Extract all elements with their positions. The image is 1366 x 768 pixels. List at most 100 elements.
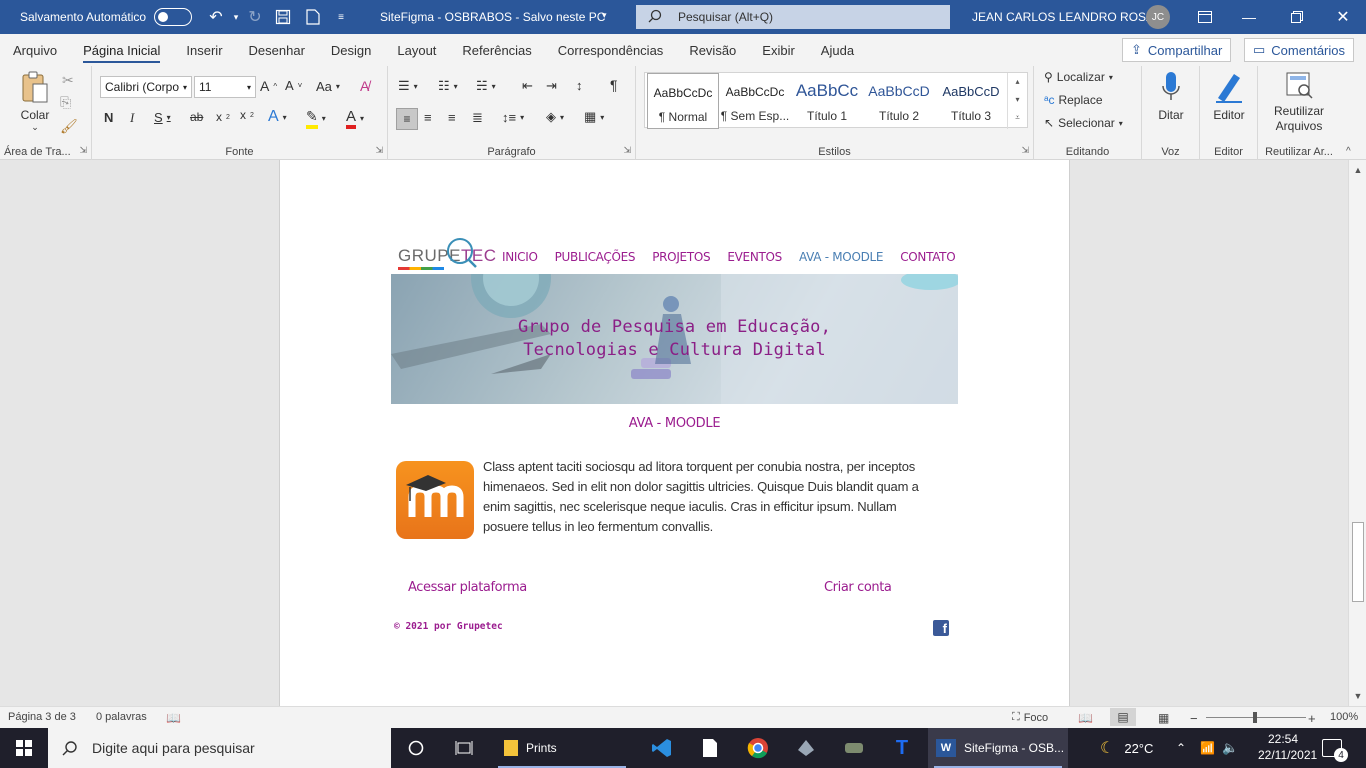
- word-count[interactable]: 0 palavras: [96, 711, 147, 723]
- chevron-up-icon[interactable]: ⌃: [1176, 728, 1186, 768]
- task-view-icon[interactable]: [444, 728, 484, 768]
- align-center-icon[interactable]: ≡: [424, 110, 432, 125]
- facebook-icon[interactable]: f: [933, 620, 949, 636]
- chevron-up-icon[interactable]: ▴: [1008, 73, 1027, 91]
- dictate-button[interactable]: Ditar: [1150, 70, 1192, 122]
- bold-icon[interactable]: N: [104, 110, 113, 125]
- align-left-icon[interactable]: ≡: [396, 108, 418, 130]
- autosave[interactable]: Salvamento Automático: [20, 8, 193, 26]
- find-button[interactable]: ⚲ Localizar ▾: [1044, 70, 1113, 84]
- decrease-indent-icon[interactable]: ⇤: [522, 78, 533, 94]
- increase-indent-icon[interactable]: ⇥: [546, 78, 557, 94]
- search-box[interactable]: Pesquisar (Alt+Q): [636, 5, 950, 29]
- collapse-ribbon-icon[interactable]: ^: [1346, 146, 1351, 157]
- grow-font-icon[interactable]: A ^: [260, 78, 277, 94]
- style-heading-2[interactable]: AaBbCcD Título 2: [863, 73, 935, 129]
- read-mode-icon[interactable]: 📖: [1078, 711, 1093, 725]
- restore-icon[interactable]: [1284, 4, 1310, 30]
- editor-button[interactable]: Editor: [1208, 70, 1250, 122]
- avatar[interactable]: JC: [1146, 5, 1170, 29]
- network-icon[interactable]: 📶: [1200, 728, 1215, 768]
- styles-launcher-icon[interactable]: ⇲: [1021, 145, 1029, 156]
- access-platform-link[interactable]: Acessar plataforma: [408, 580, 527, 595]
- taskbar-prints[interactable]: Prints: [492, 728, 632, 768]
- tab-design[interactable]: Design: [318, 34, 384, 66]
- tab-revisao[interactable]: Revisão: [676, 34, 749, 66]
- nav-contato[interactable]: CONTATO: [900, 250, 955, 264]
- paragraph-launcher-icon[interactable]: ⇲: [623, 145, 631, 156]
- volume-icon[interactable]: 🔈: [1222, 728, 1238, 768]
- title-dropdown-icon[interactable]: ▾: [602, 10, 607, 21]
- customize-toolbar-icon[interactable]: ≡: [329, 5, 353, 29]
- zoom-slider-thumb[interactable]: [1253, 712, 1257, 723]
- autosave-toggle[interactable]: [154, 8, 193, 26]
- shrink-font-icon[interactable]: A ˅: [285, 78, 302, 93]
- sort-icon[interactable]: ↕: [576, 78, 583, 93]
- nav-inicio[interactable]: INICIO: [502, 250, 538, 264]
- change-case-icon[interactable]: Aa ▾: [316, 79, 340, 94]
- tab-pagina-inicial[interactable]: Página Inicial: [70, 34, 173, 66]
- styles-scroll[interactable]: ▴ ▾ ⩡: [1007, 73, 1027, 129]
- app-icon[interactable]: [784, 728, 828, 768]
- replace-button[interactable]: ᵃc Replace: [1044, 93, 1103, 107]
- line-spacing-icon[interactable]: ↕≡ ▾: [502, 110, 524, 125]
- chevron-down-icon[interactable]: ▾: [1008, 91, 1027, 109]
- style-heading-1[interactable]: AaBbCc Título 1: [791, 73, 863, 129]
- paste-dropdown-icon[interactable]: ⌄: [10, 122, 60, 133]
- taskbar-word[interactable]: W SiteFigma - OSB...: [928, 728, 1068, 768]
- font-name-combo[interactable]: Calibri (Corpo ▾: [100, 76, 192, 98]
- strikethrough-icon[interactable]: ab: [190, 110, 203, 124]
- cortana-icon[interactable]: [396, 728, 436, 768]
- clear-formatting-icon[interactable]: A̸: [360, 78, 369, 94]
- scroll-down-icon[interactable]: ▼: [1349, 688, 1366, 704]
- tab-exibir[interactable]: Exibir: [749, 34, 808, 66]
- text-app-icon[interactable]: T: [880, 728, 924, 768]
- numbering-icon[interactable]: ☷ ▾: [438, 78, 458, 94]
- game-icon[interactable]: [832, 728, 876, 768]
- borders-icon[interactable]: ▦ ▾: [584, 109, 604, 125]
- underline-icon[interactable]: S ▾: [154, 110, 171, 125]
- zoom-in-icon[interactable]: +: [1308, 711, 1316, 726]
- focus-button[interactable]: ⛶ Foco: [1012, 711, 1048, 724]
- subscript-icon[interactable]: x2: [216, 110, 230, 124]
- document-title[interactable]: SiteFigma - OSBRABOS - Salvo neste PC: [380, 10, 605, 24]
- notifications-button[interactable]: 4: [1322, 728, 1348, 768]
- more-styles-icon[interactable]: ⩡: [1008, 109, 1027, 127]
- share-button[interactable]: ⇪ Compartilhar: [1122, 38, 1232, 62]
- nav-eventos[interactable]: EVENTOS: [727, 250, 782, 264]
- reuse-files-button[interactable]: Reutilizar Arquivos: [1264, 70, 1334, 134]
- nav-publicacoes[interactable]: PUBLICAÇÕES: [555, 250, 636, 264]
- file-icon[interactable]: [688, 728, 732, 768]
- clock[interactable]: 22:54 22/11/2021: [1258, 731, 1317, 763]
- zoom-slider[interactable]: [1206, 712, 1306, 723]
- nav-projetos[interactable]: PROJETOS: [652, 250, 710, 264]
- copy-icon[interactable]: ⎘: [60, 94, 71, 111]
- scroll-up-icon[interactable]: ▲: [1349, 162, 1366, 178]
- comments-button[interactable]: ▭ Comentários: [1244, 38, 1354, 62]
- page-count[interactable]: Página 3 de 3: [8, 711, 76, 723]
- paste-button[interactable]: Colar ⌄: [10, 70, 60, 133]
- format-painter-icon[interactable]: 🖌: [60, 118, 78, 135]
- close-icon[interactable]: ✕: [1330, 4, 1356, 30]
- vertical-scrollbar[interactable]: ▲ ▼: [1348, 160, 1366, 706]
- vscode-icon[interactable]: [640, 728, 684, 768]
- new-document-icon[interactable]: [301, 5, 325, 29]
- style-no-spacing[interactable]: AaBbCcDc ¶ Sem Esp...: [719, 73, 791, 129]
- tab-layout[interactable]: Layout: [384, 34, 449, 66]
- save-icon[interactable]: [271, 5, 295, 29]
- minimize-icon[interactable]: —: [1236, 4, 1262, 30]
- highlight-icon[interactable]: ✎ ▾: [306, 108, 326, 129]
- justify-icon[interactable]: ≣: [472, 110, 483, 126]
- bullets-icon[interactable]: ☰ ▾: [398, 78, 418, 94]
- weather[interactable]: ☾ 22°C: [1100, 728, 1153, 768]
- superscript-icon[interactable]: x2: [240, 108, 254, 122]
- ribbon-display-icon[interactable]: [1192, 4, 1218, 30]
- clipboard-launcher-icon[interactable]: ⇲: [79, 145, 87, 156]
- multilevel-list-icon[interactable]: ☵ ▾: [476, 78, 496, 94]
- font-launcher-icon[interactable]: ⇲: [375, 145, 383, 156]
- document-page[interactable]: GRUPETEC INICIO PUBLICAÇÕES PROJETOS EVE…: [279, 160, 1070, 706]
- font-size-combo[interactable]: 11 ▾: [194, 76, 256, 98]
- style-heading-3[interactable]: AaBbCcD Título 3: [935, 73, 1007, 129]
- proofing-icon[interactable]: 📖: [166, 711, 181, 725]
- italic-icon[interactable]: I: [130, 110, 134, 126]
